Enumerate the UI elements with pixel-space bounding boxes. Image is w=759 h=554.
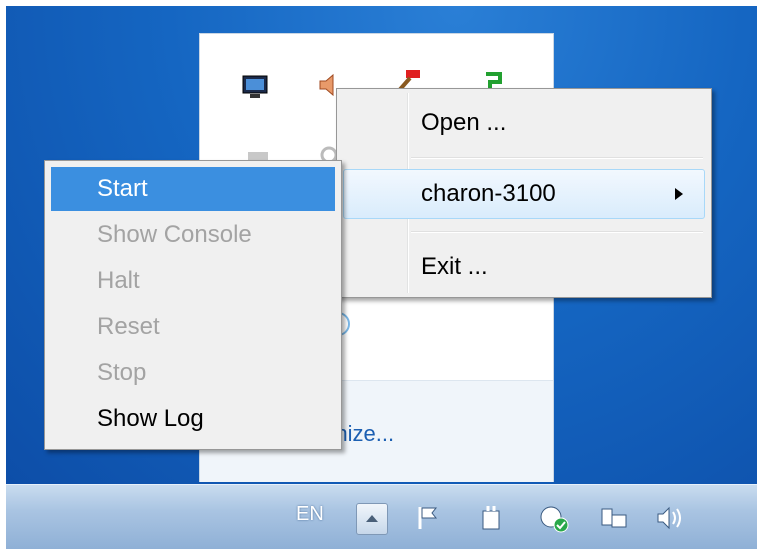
network-monitor-icon[interactable] (598, 503, 628, 533)
monitor-icon[interactable] (240, 72, 270, 102)
language-indicator[interactable]: EN (296, 503, 324, 526)
submenu-arrow-icon (675, 188, 683, 200)
network-sync-icon[interactable] (538, 503, 569, 533)
submenu-item-reset[interactable]: Reset (97, 313, 160, 341)
show-hidden-icons-button[interactable] (356, 503, 388, 535)
charon-submenu: Start Show Console Halt Reset Stop Show … (44, 160, 342, 450)
volume-icon[interactable] (654, 503, 684, 533)
submenu-item-halt[interactable]: Halt (97, 267, 140, 295)
menu-separator (411, 231, 703, 233)
submenu-item-show-console[interactable]: Show Console (97, 221, 252, 249)
submenu-item-start[interactable]: Start (97, 175, 148, 203)
menu-item-exit[interactable]: Exit ... (421, 253, 488, 281)
taskbar: EN (6, 484, 757, 549)
menu-item-open[interactable]: Open ... (421, 109, 506, 137)
action-center-flag-icon[interactable] (414, 503, 444, 533)
submenu-highlight (51, 167, 335, 211)
submenu-item-stop[interactable]: Stop (97, 359, 146, 387)
chevron-up-icon (366, 515, 378, 522)
menu-item-charon-3100[interactable]: charon-3100 (421, 180, 556, 208)
menu-separator (411, 157, 703, 159)
tray-context-menu: Open ... charon-3100 Exit ... (336, 88, 712, 298)
submenu-item-show-log[interactable]: Show Log (97, 405, 204, 433)
power-plug-icon[interactable] (476, 503, 506, 533)
